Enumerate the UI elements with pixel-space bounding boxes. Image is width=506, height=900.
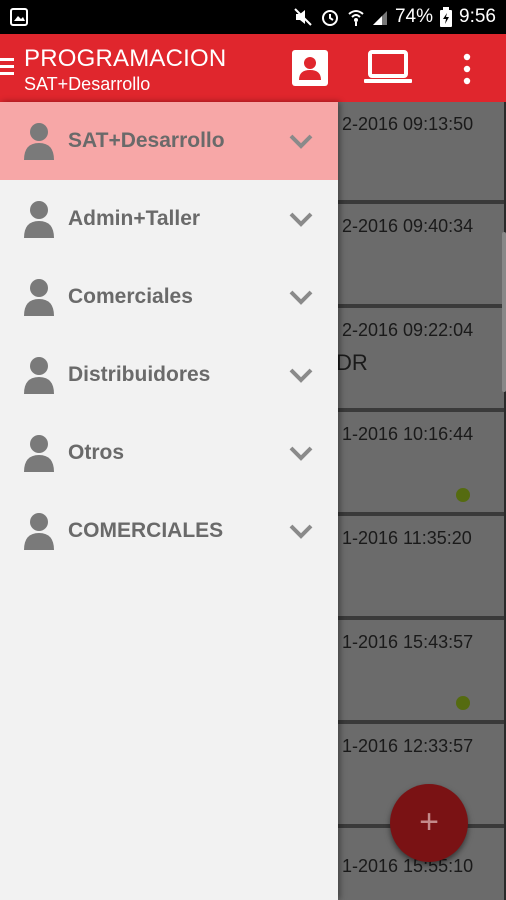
image-notification-icon (10, 8, 28, 26)
drawer-item-label: Admin+Taller (68, 207, 201, 230)
person-icon (24, 435, 54, 472)
add-button[interactable]: + (390, 784, 468, 862)
drawer-item-label: Otros (68, 441, 125, 464)
chevron-down-icon[interactable] (288, 364, 314, 386)
status-dot (456, 696, 470, 710)
person-icon (24, 201, 54, 238)
laptop-icon[interactable] (364, 50, 412, 86)
drawer-item-label: Comerciales (68, 285, 193, 308)
item-date: 1-2016 15:55:10 (342, 856, 474, 876)
hamburger-menu-icon[interactable] (0, 58, 14, 78)
more-options-icon[interactable] (458, 52, 476, 86)
status-dot (456, 488, 470, 502)
drawer-item-comerciales-upper[interactable]: COMERCIALES (0, 492, 338, 570)
item-date: 1-2016 12:33:57 (342, 736, 474, 756)
person-icon (24, 513, 54, 550)
item-date: 2-2016 09:40:34 (342, 216, 474, 236)
item-date: 1-2016 10:16:44 (342, 424, 474, 444)
drawer-item-label: COMERCIALES (68, 519, 224, 542)
item-date: 2-2016 09:13:50 (342, 114, 474, 134)
chevron-down-icon[interactable] (288, 520, 314, 542)
signal-icon (372, 11, 387, 25)
drawer-item-comerciales[interactable]: Comerciales (0, 258, 338, 336)
battery-icon (440, 7, 453, 27)
alarm-icon (321, 10, 338, 26)
app-title: PROGRAMACION (24, 45, 227, 72)
chevron-down-icon[interactable] (288, 208, 314, 230)
navigation-drawer: SAT+Desarrollo Admin+Taller Comerciales … (0, 102, 338, 900)
app-bar: PROGRAMACION SAT+Desarrollo (0, 34, 506, 102)
status-indicators: 74% 9:56 (293, 0, 496, 34)
drawer-item-label: Distribuidores (68, 363, 211, 386)
clock: 9:56 (459, 6, 496, 27)
scrollbar[interactable] (502, 232, 506, 392)
item-date: 2-2016 09:22:04 (342, 320, 474, 340)
item-date: 1-2016 15:43:57 (342, 632, 474, 652)
drawer-item-otros[interactable]: Otros (0, 414, 338, 492)
chevron-down-icon[interactable] (288, 442, 314, 464)
person-icon (24, 357, 54, 394)
person-icon (24, 123, 54, 160)
app-subtitle: SAT+Desarrollo (24, 74, 151, 94)
status-bar: 74% 9:56 (0, 0, 506, 34)
drawer-item-admin-taller[interactable]: Admin+Taller (0, 180, 338, 258)
mute-icon (294, 8, 312, 26)
drawer-item-label: SAT+Desarrollo (68, 129, 225, 152)
chevron-down-icon[interactable] (288, 130, 314, 152)
drawer-item-sat-desarrollo[interactable]: SAT+Desarrollo (0, 102, 338, 180)
drawer-item-distribuidores[interactable]: Distribuidores (0, 336, 338, 414)
item-date: 1-2016 11:35:20 (342, 528, 472, 548)
contact-card-icon[interactable] (292, 50, 328, 86)
item-text: DR (336, 350, 368, 375)
wifi-icon (348, 10, 364, 26)
chevron-down-icon[interactable] (288, 286, 314, 308)
person-icon (24, 279, 54, 316)
battery-percent: 74% (394, 6, 434, 27)
